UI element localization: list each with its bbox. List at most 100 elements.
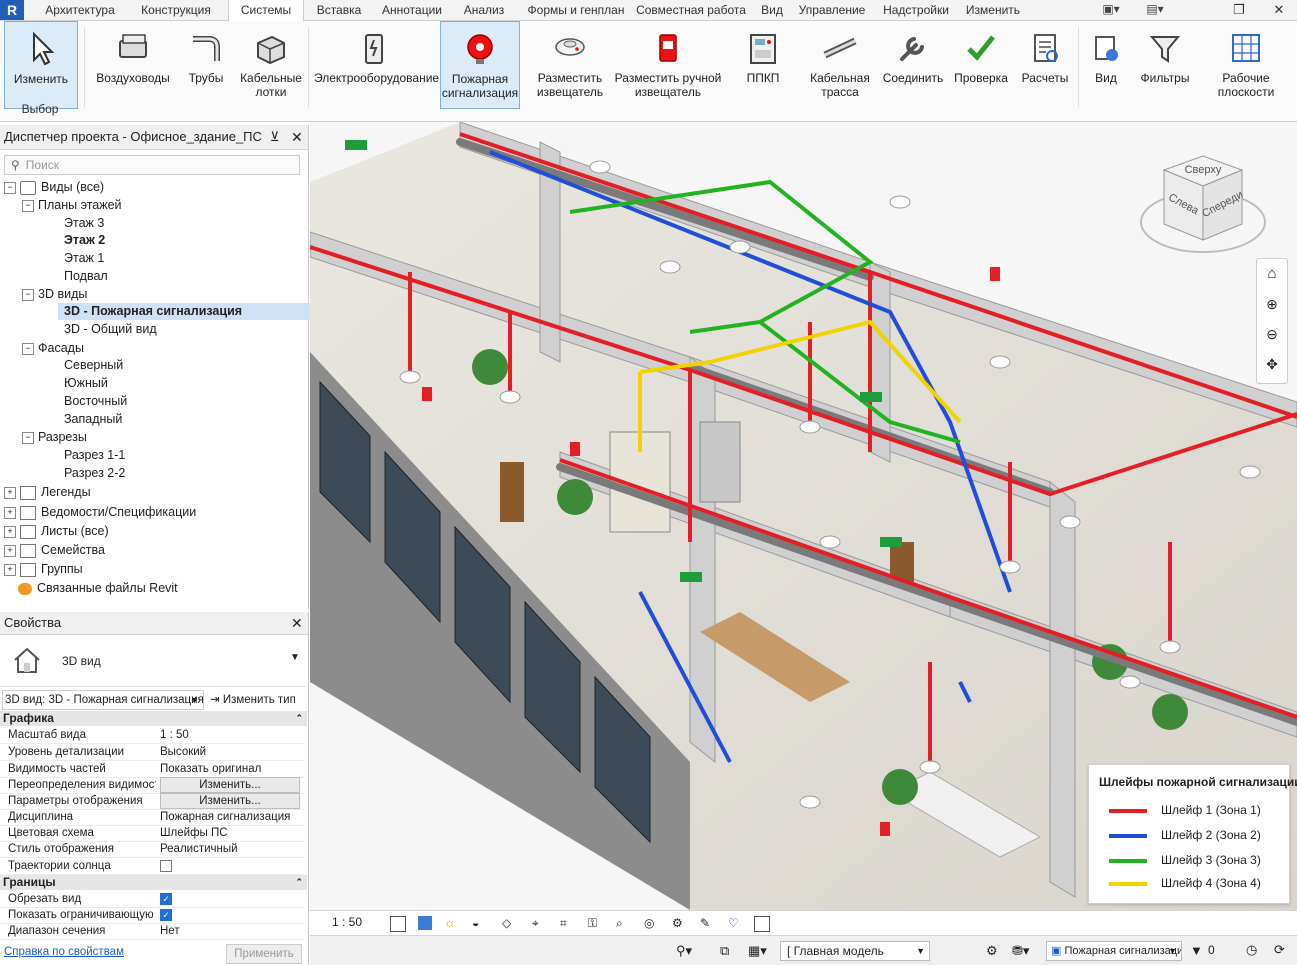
rendering-icon[interactable]: ◇ xyxy=(502,916,516,930)
fire-alarm-button[interactable]: Пожарная сигнализация xyxy=(440,21,520,109)
tree-groups[interactable]: + Группы xyxy=(4,561,83,578)
tree-3d-general[interactable]: 3D - Общий вид xyxy=(64,321,157,338)
lock-view-icon[interactable]: ⚿ xyxy=(588,916,602,930)
tab-analyze[interactable]: Анализ xyxy=(454,0,514,20)
tree-basement[interactable]: Подвал xyxy=(64,268,108,285)
viewcube[interactable]: Сверху Слева Спереди xyxy=(1136,150,1270,266)
expand-icon[interactable]: + xyxy=(4,506,16,519)
tab-manage[interactable]: Управление xyxy=(796,0,868,20)
prop-value[interactable]: Показать оригинал xyxy=(160,761,302,777)
selection-icon[interactable]: ⚲▾ xyxy=(676,943,692,959)
pan-icon[interactable]: ✥ xyxy=(1257,349,1287,379)
quick-access-save-icon[interactable]: ▤▾ xyxy=(1140,2,1170,18)
edit-type-button[interactable]: ⇥ Изменить тип xyxy=(210,692,296,706)
tab-massing-site[interactable]: Формы и генплан xyxy=(520,0,632,20)
view-scale[interactable]: 1 : 50 xyxy=(332,915,362,929)
prop-value[interactable]: Пожарная сигнализация xyxy=(160,809,302,825)
instance-selector[interactable]: 3D вид: 3D - Пожарная сигнализация ▼ xyxy=(2,690,204,710)
place-detector-button[interactable]: Разместить извещатель xyxy=(530,21,610,107)
collapse-icon[interactable]: − xyxy=(22,199,34,212)
tab-insert[interactable]: Вставка xyxy=(306,0,372,20)
tree-3d-fire-alarm[interactable]: 3D - Пожарная сигнализация xyxy=(58,303,310,320)
check-button[interactable]: Проверка xyxy=(952,21,1010,107)
home-view-icon[interactable]: ⌂ xyxy=(1257,259,1287,289)
expand-icon[interactable]: + xyxy=(4,544,16,557)
crop-view-checkbox[interactable]: ✓ xyxy=(160,892,172,905)
zoom-region-icon[interactable]: ⊖ xyxy=(1257,319,1287,349)
modify-button[interactable]: Изменить xyxy=(4,21,78,109)
analytical-model-icon[interactable]: ✎ xyxy=(700,916,714,930)
quick-access-view-icon[interactable]: ▣▾ xyxy=(1096,2,1126,18)
properties-help-link[interactable]: Справка по свойствам xyxy=(4,946,124,958)
tree-floor-3[interactable]: Этаж 3 xyxy=(64,215,104,232)
tree-schedules[interactable]: + Ведомости/Спецификации xyxy=(4,504,196,521)
expand-icon[interactable]: + xyxy=(4,525,16,538)
tree-east[interactable]: Восточный xyxy=(64,393,127,410)
tab-structure[interactable]: Конструкция xyxy=(130,0,222,20)
shadows-icon[interactable]: ◒ xyxy=(472,916,486,930)
calculations-button[interactable]: Расчеты xyxy=(1016,21,1074,107)
tree-views-all[interactable]: − Виды (все) xyxy=(4,179,104,196)
tree-west[interactable]: Западный xyxy=(64,411,122,428)
type-selector[interactable]: 3D вид ▼ xyxy=(0,636,306,687)
prop-value[interactable]: 1 : 50 xyxy=(160,727,302,743)
tab-addins[interactable]: Надстройки xyxy=(876,0,956,20)
expand-icon[interactable]: + xyxy=(4,563,16,576)
prop-value[interactable]: Реалистичный xyxy=(160,841,302,857)
warnings-icon[interactable]: ▼ xyxy=(1190,943,1203,958)
sun-path-checkbox[interactable] xyxy=(160,859,172,872)
crop-view-icon[interactable]: ⌖ xyxy=(532,916,546,930)
collapse-icon[interactable]: − xyxy=(22,431,34,444)
tab-architecture[interactable]: Архитектура xyxy=(32,0,128,20)
tree-linked-files[interactable]: Связанные файлы Revit xyxy=(18,580,178,597)
zoom-in-icon[interactable]: ⊕ xyxy=(1257,289,1287,319)
collapse-icon[interactable]: − xyxy=(4,181,16,194)
connect-button[interactable]: Соединить xyxy=(880,21,946,107)
ppkp-button[interactable]: ППКП xyxy=(736,21,790,107)
workset-selector[interactable]: ▣ Пожарная сигнализация ▼ xyxy=(1046,941,1182,961)
workset-icon[interactable]: ⛃▾ xyxy=(1012,943,1029,959)
tree-facades[interactable]: − Фасады xyxy=(22,340,84,357)
visual-style-icon[interactable] xyxy=(418,916,432,930)
cable-trays-button[interactable]: Кабельные лотки xyxy=(238,21,304,107)
pin-icon[interactable]: ⊻ xyxy=(270,125,280,149)
ducts-button[interactable]: Воздуховоды xyxy=(94,21,172,107)
close-properties-icon[interactable]: ✕ xyxy=(291,612,303,634)
tree-floor-plans[interactable]: − Планы этажей xyxy=(22,197,122,214)
detail-level-icon[interactable] xyxy=(390,916,406,932)
app-logo[interactable]: R xyxy=(0,0,24,20)
display-options-edit-button[interactable]: Изменить... xyxy=(160,793,300,809)
clock-icon[interactable]: ◷ xyxy=(1246,942,1257,958)
temporary-hide-icon[interactable]: ⌕ xyxy=(616,916,630,930)
tab-view[interactable]: Вид xyxy=(752,0,792,20)
tree-families[interactable]: + Семейства xyxy=(4,542,105,559)
view-properties-icon[interactable] xyxy=(754,916,770,932)
restore-window-icon[interactable]: ❐ xyxy=(1224,0,1254,20)
editable-only-icon[interactable]: ⚙ xyxy=(986,943,998,959)
tree-3d-views[interactable]: −3D виды xyxy=(22,286,87,303)
tree-section-1[interactable]: Разрез 1-1 xyxy=(64,447,125,464)
expand-icon[interactable]: + xyxy=(4,486,16,499)
model-selector[interactable]: [ Главная модель ▼ xyxy=(780,941,930,961)
close-window-icon[interactable]: ✕ xyxy=(1264,0,1294,20)
view-button[interactable]: Вид xyxy=(1084,21,1128,107)
close-browser-icon[interactable]: ✕ xyxy=(291,125,303,149)
prop-value[interactable]: Шлейфы ПС xyxy=(160,825,302,841)
tab-collaborate[interactable]: Совместная работа xyxy=(636,0,746,20)
worksharing-icon[interactable]: ⚙ xyxy=(672,916,686,930)
tree-south[interactable]: Южный xyxy=(64,375,108,392)
pipes-button[interactable]: Трубы xyxy=(180,21,232,107)
tab-modify[interactable]: Изменить xyxy=(960,0,1026,20)
tree-north[interactable]: Северный xyxy=(64,357,123,374)
prop-value[interactable]: Нет xyxy=(160,923,302,939)
section-graphics[interactable]: Графика ⌃ xyxy=(0,711,307,726)
electrical-equipment-button[interactable]: Электрооборудование xyxy=(314,21,439,107)
sun-path-icon[interactable]: ☼ xyxy=(444,916,458,930)
browser-search-input[interactable]: ⚲ Поиск xyxy=(4,155,300,175)
prop-value[interactable]: Высокий xyxy=(160,744,302,760)
tab-annotate[interactable]: Аннотации xyxy=(376,0,448,20)
tree-floor-2[interactable]: Этаж 2 xyxy=(64,232,105,249)
show-crop-icon[interactable]: ⌗ xyxy=(560,916,574,930)
place-manual-call-point-button[interactable]: Разместить ручной извещатель xyxy=(614,21,722,107)
reveal-hidden-icon[interactable]: ◎ xyxy=(644,916,658,930)
